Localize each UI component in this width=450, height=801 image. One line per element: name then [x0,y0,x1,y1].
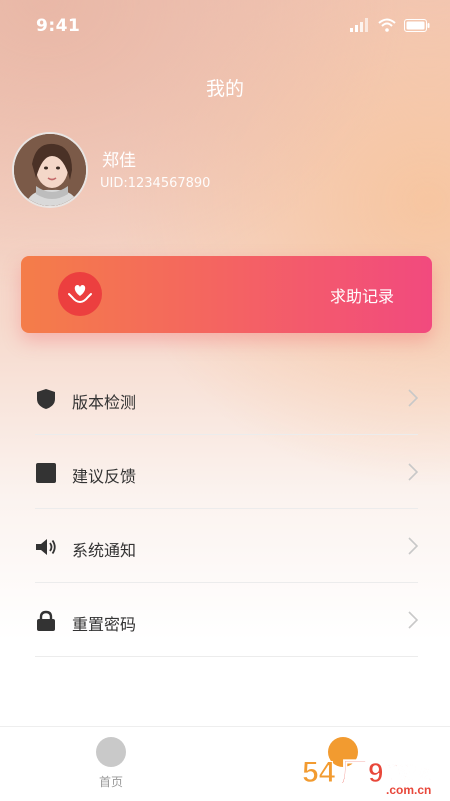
menu-item-feedback[interactable]: 建议反馈 [0,435,450,509]
user-name: 郑佳 [102,151,136,171]
menu-item-version-check[interactable]: 版本检测 [0,361,450,435]
chevron-right-icon [408,537,418,555]
home-icon [96,737,126,767]
speaker-icon [36,539,56,555]
svg-text:厂9: 厂9 [340,757,384,788]
menu-item-reset-password[interactable]: 重置密码 [0,583,450,657]
help-record-card[interactable]: 求助记录 [21,256,432,333]
watermark-logo: 54 厂9 手游网 .com.cn [302,756,433,798]
status-bar: 9:41 [0,0,450,52]
profile-section: 郑佳 UID:1234567890 [12,132,432,212]
chevron-right-icon [408,463,418,481]
menu-item-label: 版本检测 [72,393,137,412]
svg-text:手游网: 手游网 [384,763,432,782]
svg-text:54: 54 [302,756,336,789]
wifi-icon [378,18,396,32]
signal-icon [350,18,368,32]
page-title: 我的 [205,78,244,100]
tab-home-label: 首页 [98,775,123,789]
heart-in-hands-icon [58,272,102,316]
settings-menu: 版本检测 建议反馈 系统通知 重置密码 [0,361,450,657]
menu-item-label: 重置密码 [72,615,137,634]
menu-item-system-notice[interactable]: 系统通知 [0,509,450,583]
divider [35,656,418,657]
avatar-photo [14,134,86,206]
menu-item-label: 建议反馈 [72,467,137,486]
chevron-right-icon [408,389,418,407]
chevron-right-icon [408,611,418,629]
user-uid: UID:1234567890 [100,176,211,191]
tab-home[interactable]: 首页 [80,737,142,790]
lock-icon [37,610,55,631]
status-icons [350,18,430,32]
shield-icon [37,389,55,409]
status-time: 9:41 [36,16,81,36]
menu-item-label: 系统通知 [72,541,137,560]
help-record-label: 求助记录 [329,287,394,306]
svg-text:.com.cn: .com.cn [386,783,431,797]
battery-icon [404,18,430,32]
avatar[interactable] [12,132,88,208]
square-icon [36,463,56,483]
